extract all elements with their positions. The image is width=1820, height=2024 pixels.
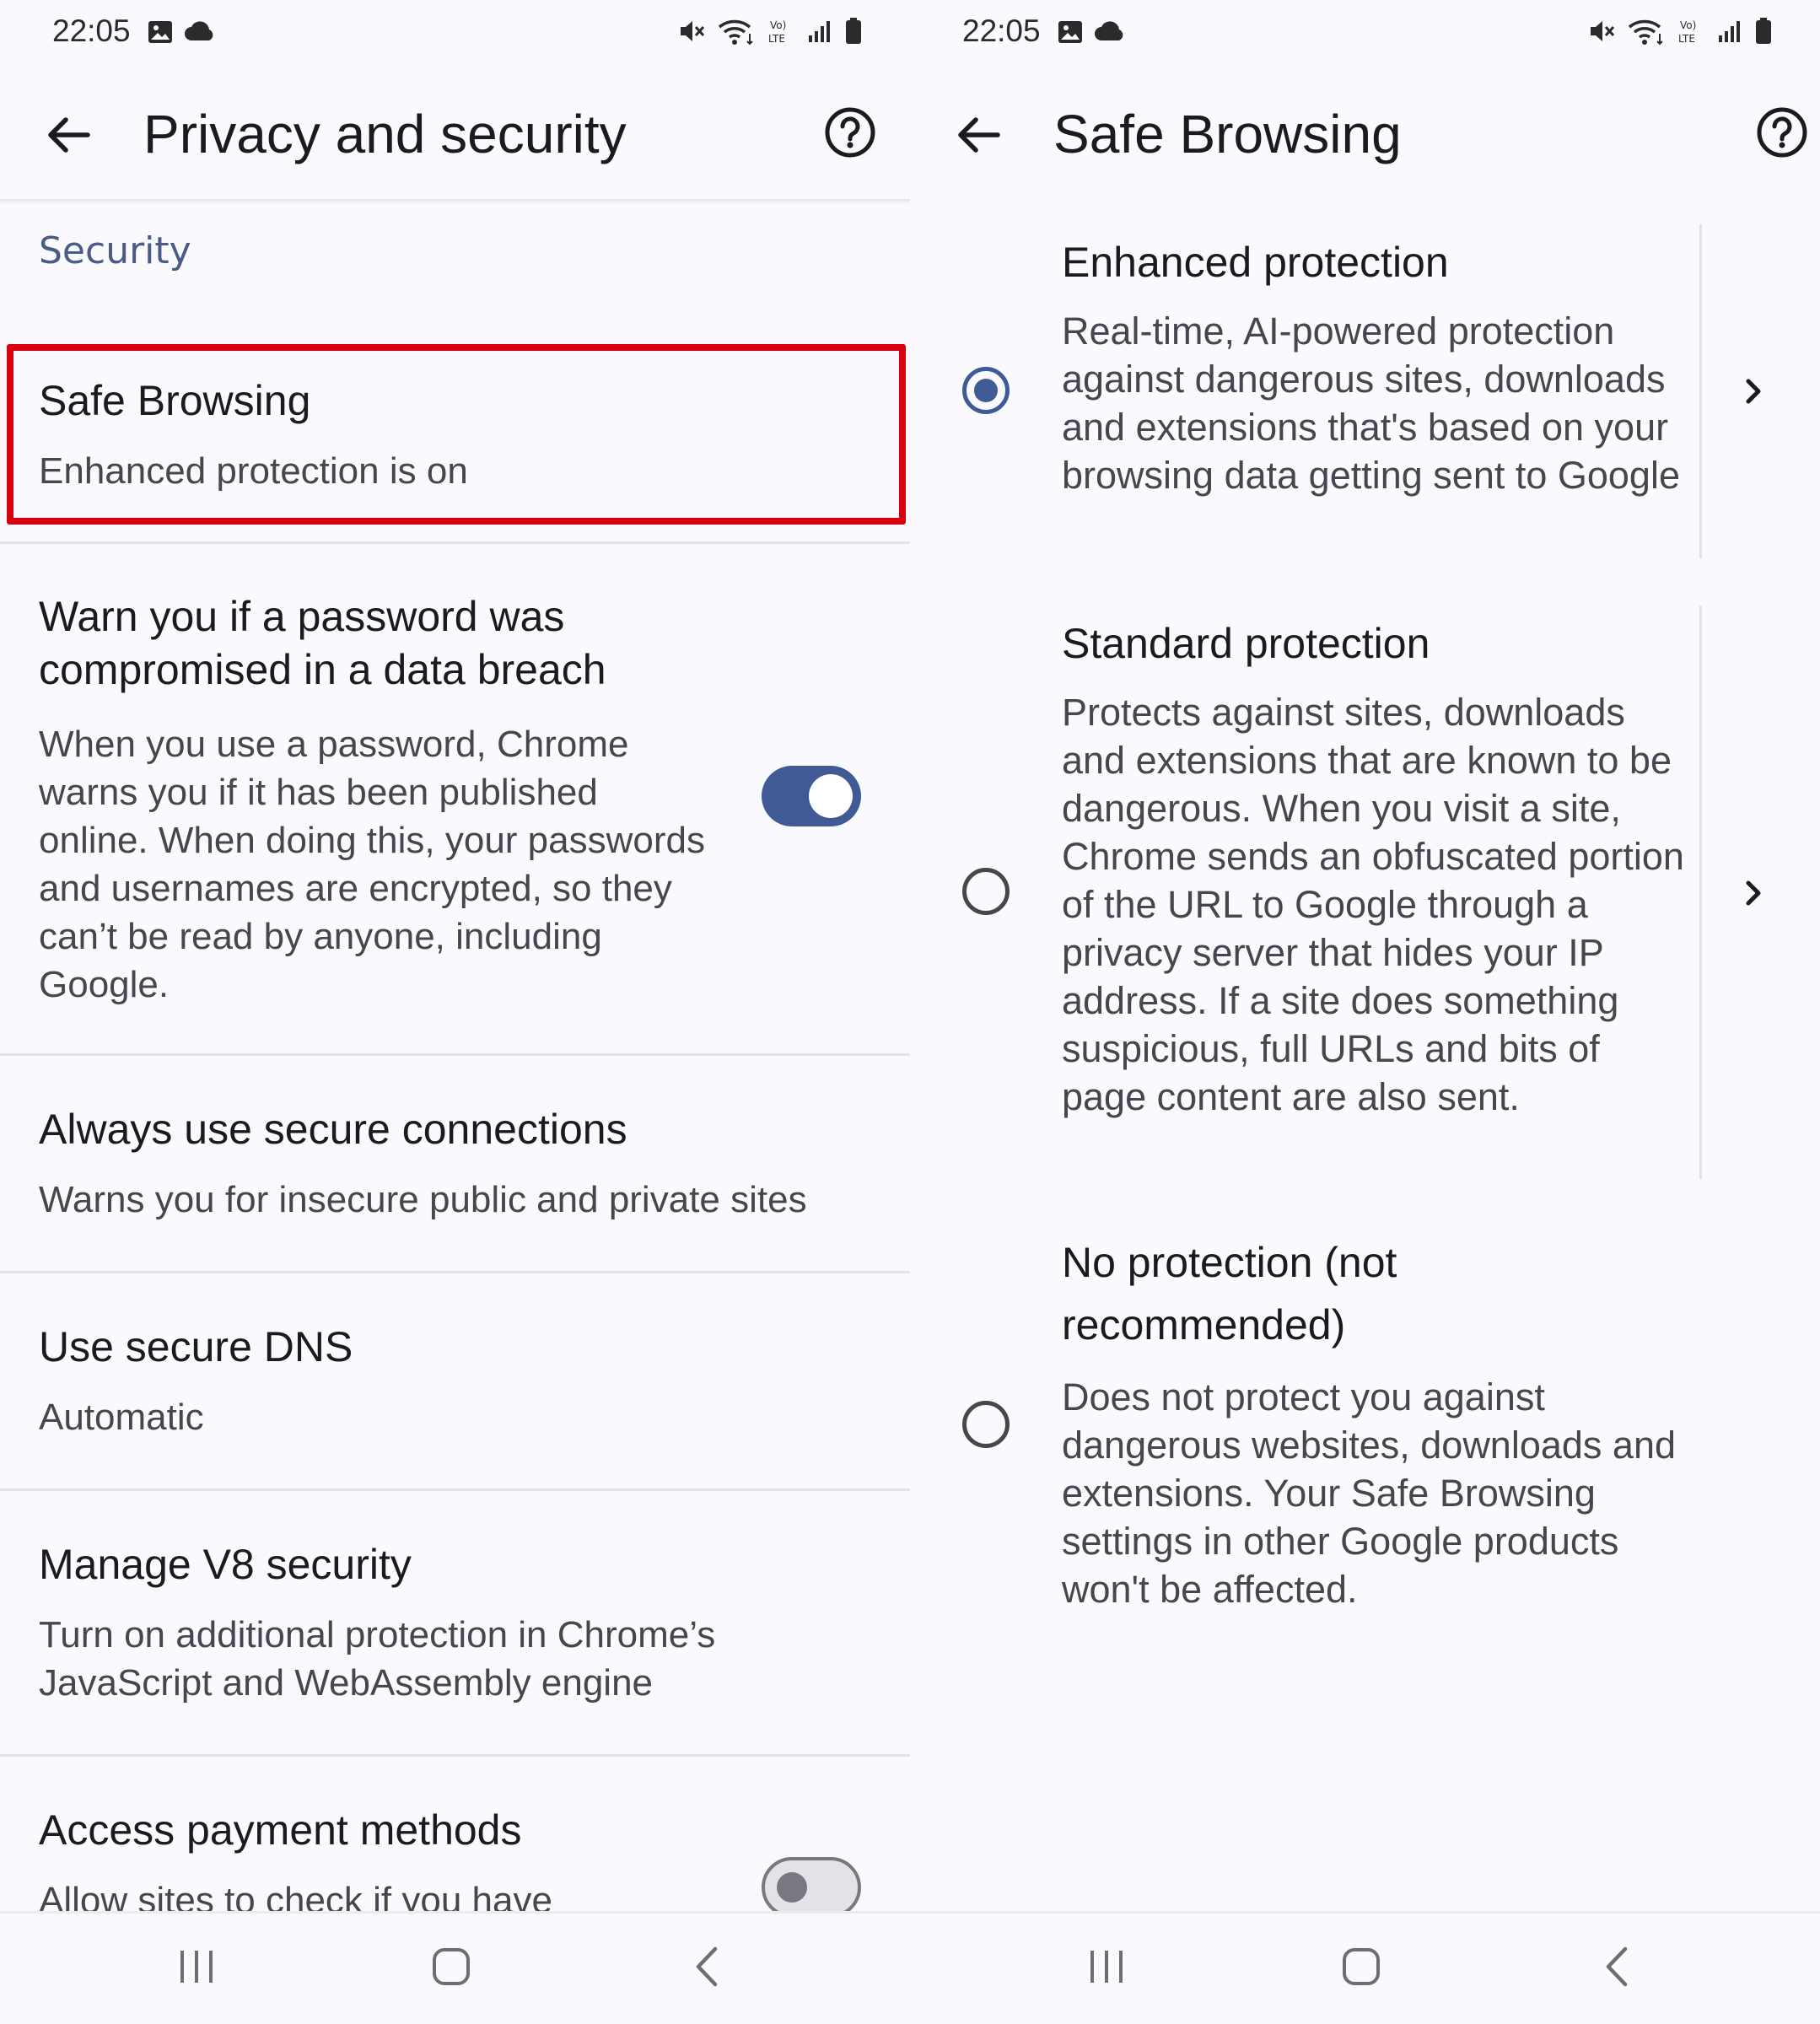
- item-summary: Automatic: [39, 1397, 204, 1438]
- back-icon[interactable]: [690, 1946, 724, 1991]
- item-summary: Warns you for insecure public and privat…: [39, 1179, 807, 1220]
- item-title: Access payment methods: [39, 1806, 522, 1854]
- battery-icon: [844, 17, 863, 46]
- password-leak-toggle[interactable]: [762, 766, 861, 826]
- chevron-right-icon[interactable]: [1737, 374, 1770, 408]
- highlight-box: [7, 344, 906, 525]
- svg-text:LTE: LTE: [768, 33, 785, 45]
- navigation-bar: [910, 1911, 1820, 2024]
- vertical-separator: [1699, 606, 1702, 1179]
- status-bar: 22:05 Vo) LTE: [910, 10, 1820, 57]
- home-icon[interactable]: [1340, 1946, 1382, 1991]
- no-protection-radio[interactable]: [962, 1401, 1010, 1448]
- section-header-security: Security: [39, 229, 191, 272]
- back-arrow-icon[interactable]: [44, 110, 94, 160]
- item-title: Manage V8 security: [39, 1541, 412, 1588]
- option-title: No protection (not recommended): [1062, 1239, 1397, 1348]
- chevron-right-icon[interactable]: [1737, 876, 1770, 910]
- help-icon[interactable]: [822, 105, 878, 160]
- radio-dot: [974, 379, 998, 402]
- option-description: Protects against sites, downloads and ex…: [1062, 691, 1684, 1118]
- svg-text:Vo): Vo): [770, 19, 786, 31]
- help-icon[interactable]: [1754, 105, 1810, 160]
- item-title: Warn you if a password was compromised i…: [39, 593, 606, 693]
- safe-browsing-screen: 22:05 Vo) LTE Safe Browsing Enhanced pro…: [910, 0, 1820, 2024]
- back-icon[interactable]: [1600, 1946, 1634, 1991]
- option-title: Standard protection: [1062, 620, 1430, 667]
- signal-icon: [807, 19, 832, 44]
- no-protection-option[interactable]: No protection (not recommended) Does not…: [910, 1231, 1820, 1628]
- option-title: Enhanced protection: [1062, 239, 1449, 286]
- item-title: Use secure DNS: [39, 1323, 353, 1370]
- item-summary: Allow sites to check if you have: [39, 1880, 552, 1911]
- enhanced-protection-option[interactable]: Enhanced protection Real-time, AI-powere…: [910, 224, 1820, 562]
- secure-connections-item[interactable]: Always use secure connections Warns you …: [0, 1056, 910, 1272]
- secure-dns-item[interactable]: Use secure DNS Automatic: [0, 1273, 910, 1489]
- home-icon[interactable]: [430, 1946, 472, 1991]
- payment-methods-toggle[interactable]: [762, 1857, 861, 1918]
- svg-text:Vo): Vo): [1680, 19, 1696, 31]
- mute-icon: [677, 17, 706, 46]
- status-bar: 22:05 Vo) LTE: [0, 10, 910, 57]
- app-bar: Privacy and security: [0, 84, 910, 201]
- standard-protection-option[interactable]: Standard protection Protects against sit…: [910, 606, 1820, 1179]
- navigation-bar: [0, 1911, 910, 2024]
- option-description: Does not protect you against dangerous w…: [1062, 1375, 1676, 1611]
- status-time: 22:05: [52, 13, 131, 48]
- status-time: 22:05: [962, 13, 1041, 48]
- battery-icon: [1754, 17, 1773, 46]
- standard-protection-radio[interactable]: [962, 868, 1010, 915]
- page-title: Safe Browsing: [1053, 104, 1402, 164]
- v8-security-item[interactable]: Manage V8 security Turn on additional pr…: [0, 1491, 910, 1755]
- back-arrow-icon[interactable]: [954, 110, 1004, 160]
- divider: [0, 541, 910, 544]
- cloud-icon: [1094, 19, 1126, 46]
- mute-icon: [1587, 17, 1616, 46]
- wifi-icon: [718, 17, 755, 46]
- privacy-security-screen: 22:05 Vo) LTE Privacy and security Secur…: [0, 0, 910, 2024]
- recents-icon[interactable]: [1085, 1946, 1128, 1991]
- toggle-knob: [777, 1872, 807, 1903]
- app-bar: Safe Browsing: [910, 84, 1820, 201]
- wifi-icon: [1628, 17, 1665, 46]
- item-summary: When you use a password, Chrome warns yo…: [39, 724, 705, 1005]
- recents-icon[interactable]: [175, 1946, 218, 1991]
- svg-text:LTE: LTE: [1678, 33, 1695, 45]
- signal-icon: [1717, 19, 1742, 44]
- app-bar-shadow: [0, 199, 910, 203]
- item-title: Always use secure connections: [39, 1106, 627, 1153]
- gallery-icon: [1057, 19, 1084, 46]
- cloud-icon: [184, 19, 216, 46]
- toggle-knob: [809, 774, 853, 818]
- volte-icon: Vo) LTE: [1677, 17, 1705, 46]
- volte-icon: Vo) LTE: [767, 17, 795, 46]
- vertical-separator: [1699, 224, 1702, 558]
- enhanced-protection-radio[interactable]: [962, 367, 1010, 414]
- item-summary: Turn on additional protection in Chrome’…: [39, 1614, 716, 1704]
- page-title: Privacy and security: [143, 104, 627, 164]
- gallery-icon: [147, 19, 174, 46]
- option-description: Real-time, AI-powered protection against…: [1062, 310, 1680, 497]
